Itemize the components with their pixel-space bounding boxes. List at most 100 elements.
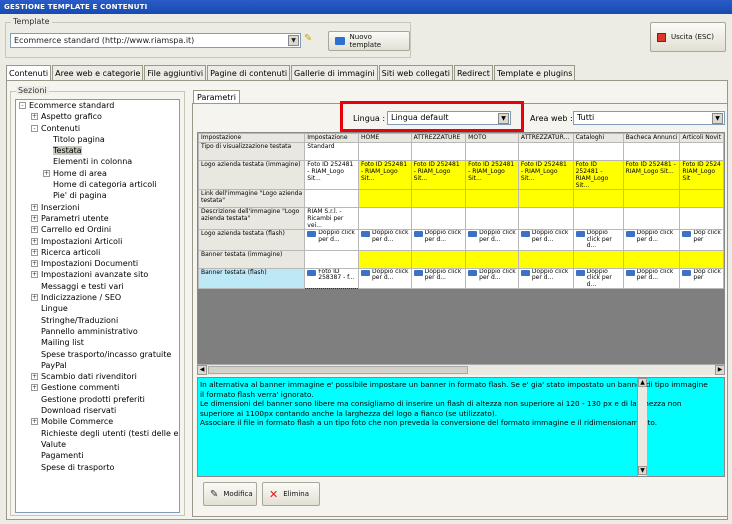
tree-item[interactable]: Pagamenti [16,450,179,461]
area-cell[interactable]: Doppio click per d... [622,229,681,251]
tree-item[interactable]: Testata [16,145,179,156]
area-cell[interactable] [357,207,412,230]
area-cell[interactable] [517,249,574,269]
default-cell[interactable]: RIAM S.r.l. - Ricambi per vei... [304,207,359,230]
collapse-icon[interactable]: - [31,124,38,132]
area-cell[interactable]: Foto ID 252481 - RIAM_Logo Sit... [465,160,519,190]
expand-icon[interactable]: + [31,248,38,256]
area-cell[interactable] [622,142,681,161]
default-cell[interactable]: Foto ID 258387 - f... [304,267,359,289]
area-cell[interactable]: Doppio click per d... [517,229,574,251]
tree-item[interactable]: + Impostazioni Documenti [16,258,179,269]
scroll-left-icon[interactable]: ◀ [197,365,207,375]
new-template-button[interactable]: Nuovo template [328,31,410,51]
area-cell[interactable] [410,189,467,208]
tab-redirect[interactable]: Redirect [453,65,493,81]
tree-item[interactable]: Titolo pagina [16,134,179,145]
tree-item[interactable]: Richieste degli utenti (testi delle emai… [16,428,179,439]
area-cell[interactable]: Foto ID 2524 RIAM_Logo Sit [679,160,724,190]
row-header[interactable]: Tipo di visualizzazione testata [198,142,306,161]
row-header[interactable]: Descrizione dell'immagine "Logo azienda … [198,207,306,230]
area-cell[interactable]: Foto ID 252481 - RIAM_Logo Sit... [622,160,681,190]
edit-button[interactable]: ✎ Modifica [203,482,257,506]
column-header[interactable]: ATTREZZATUR... [517,133,574,143]
scroll-down-icon[interactable]: ▼ [638,466,647,475]
default-cell[interactable]: Standard [304,142,359,161]
tab-siti-web-collegati[interactable]: Siti web collegati [378,65,453,81]
area-cell[interactable] [410,207,467,230]
area-cell[interactable]: Dop click per [679,267,724,289]
area-cell[interactable] [572,189,624,208]
area-web-select[interactable]: Tutti ▼ [573,111,725,125]
area-cell[interactable] [357,142,412,161]
area-cell[interactable]: Doppio click per d... [465,229,519,251]
tree-item[interactable]: Download riservati [16,405,179,416]
expand-icon[interactable]: + [31,373,38,381]
tree-item[interactable]: + Mobile Commerce [16,416,179,427]
area-cell[interactable] [517,142,574,161]
area-cell[interactable]: Dop click per [679,229,724,251]
description-scrollbar[interactable]: ▲ ▼ [637,378,647,476]
tree-item[interactable]: - Contenuti [16,123,179,134]
edit-pencil-icon[interactable]: ✎ [304,33,318,47]
column-header[interactable]: Bacheca Annunci [622,133,681,143]
tree-item[interactable]: Mailing list [16,337,179,348]
row-header[interactable]: Link dell'immagine "Logo azienda testata… [198,189,306,208]
exit-button[interactable]: Uscita (ESC) [650,22,726,52]
area-cell[interactable]: Doppio click per d... [517,267,574,289]
expand-icon[interactable]: + [31,226,38,234]
table-row[interactable]: Descrizione dell'immagine "Logo azienda … [198,207,724,230]
tree-item[interactable]: Gestione prodotti preferiti [16,394,179,405]
tree-item[interactable]: Pie' di pagina [16,190,179,201]
default-cell[interactable] [304,249,359,269]
settings-table[interactable]: Impostazione Impostazione HOME ATTREZZATURE… [198,133,724,289]
column-header[interactable]: Cataloghi [572,133,624,143]
tree-item[interactable]: + Gestione commenti [16,382,179,393]
area-cell[interactable] [572,207,624,230]
tab-file-aggiuntivi[interactable]: File aggiuntivi [144,65,207,81]
area-cell[interactable]: Foto ID 252481 - RIAM_Logo Sit... [517,160,574,190]
delete-button[interactable]: ✕ Elimina [262,482,320,506]
area-cell[interactable]: Doppio click per d... [410,267,467,289]
area-cell[interactable] [357,189,412,208]
settings-grid[interactable]: Impostazione Impostazione HOME ATTREZZATURE… [197,132,725,375]
column-header[interactable]: ATTREZZATURE [410,133,467,143]
area-cell[interactable] [679,207,724,230]
column-header[interactable]: Articoli Novit [679,133,724,143]
chevron-down-icon[interactable]: ▼ [288,35,299,46]
column-header[interactable]: Impostazione [304,133,359,143]
area-cell[interactable] [357,249,412,269]
collapse-icon[interactable]: - [19,102,26,109]
tab-template-e-plugins[interactable]: Template e plugins [493,65,576,81]
column-header[interactable]: Impostazione [198,133,306,143]
expand-icon[interactable]: + [31,271,38,279]
tree-item[interactable]: Home di categoria articoli [16,179,179,190]
area-cell[interactable]: Foto ID 252481 - RIAM_Logo Sit... [410,160,467,190]
area-cell[interactable] [679,189,724,208]
scroll-right-icon[interactable]: ▶ [715,365,725,375]
sections-tree[interactable]: - Ecommerce standard + Aspetto grafico - Cont… [15,99,180,513]
area-cell[interactable]: Doppio click per d... [465,267,519,289]
tree-item[interactable]: Spese di trasporto [16,462,179,473]
tab-gallerie-di-immagini[interactable]: Gallerie di immagini [291,65,378,81]
table-row[interactable]: Logo azienda testata (flash) Doppio click… [198,229,724,251]
area-cell[interactable] [410,249,467,269]
default-cell[interactable]: Doppio click per d... [304,229,359,251]
area-cell[interactable] [465,142,519,161]
area-cell[interactable]: Foto ID 252481 - RIAM_Logo Sit... [357,160,412,190]
expand-icon[interactable]: + [31,294,38,302]
tree-item[interactable]: Stringhe/Traduzioni [16,315,179,326]
tree-item[interactable]: + Carrello ed Ordini [16,224,179,235]
area-cell[interactable] [679,249,724,269]
area-cell[interactable] [622,249,681,269]
tree-item[interactable]: + Inserzioni [16,202,179,213]
expand-icon[interactable]: + [31,214,38,222]
area-cell[interactable] [517,189,574,208]
area-cell[interactable] [465,189,519,208]
tree-item[interactable]: Lingue [16,303,179,314]
tree-item[interactable]: + Scambio dati rivenditori [16,371,179,382]
table-row[interactable]: Banner testata (flash) Foto ID 258387 - f… [198,267,724,289]
grid-horizontal-scrollbar[interactable]: ◀ ▶ [197,364,725,375]
tree-item[interactable]: + Aspetto grafico [16,111,179,122]
tree-item[interactable]: + Parametri utente [16,213,179,224]
